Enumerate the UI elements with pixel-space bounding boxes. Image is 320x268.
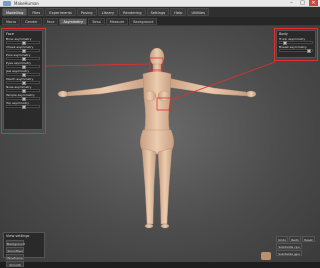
main-tab-posing[interactable]: Posing: [76, 8, 97, 16]
main-tab-modelling[interactable]: Modelling: [2, 8, 28, 16]
main-tab-files[interactable]: Files: [28, 8, 45, 16]
sub-tabbar: Macro Gender Face Asymmetry Torso Measure Back…: [0, 17, 320, 26]
sub-tab-background[interactable]: Background: [129, 17, 158, 25]
subdivide-gpu-button[interactable]: Subdivide gpu: [276, 250, 302, 256]
redo-button[interactable]: Redo: [289, 236, 301, 242]
main-tab-utilities[interactable]: Utilities: [187, 8, 209, 16]
background-button[interactable]: Background: [6, 240, 25, 246]
main-tab-help[interactable]: Help: [170, 8, 187, 16]
sub-tab-macro[interactable]: Macro: [2, 17, 21, 25]
undo-button[interactable]: Undo: [276, 236, 288, 242]
main-tab-settings[interactable]: Settings: [146, 8, 170, 16]
main-tab-experiments[interactable]: Experiments: [45, 8, 76, 16]
window-title: MakeHuman: [14, 1, 39, 6]
main-tab-rendering[interactable]: Rendering: [119, 8, 146, 16]
reset-button[interactable]: Reset: [302, 236, 315, 242]
app-icon: [3, 1, 11, 6]
makehuman-logo-icon: [261, 252, 271, 260]
minimize-icon[interactable]: –: [287, 0, 296, 6]
wireframe-button[interactable]: Wireframe: [6, 254, 24, 260]
view-settings-panel: View settings Background Smoothed Wirefr…: [3, 232, 45, 267]
sub-tab-gender[interactable]: Gender: [21, 17, 42, 25]
window-controls: – □ ✕: [287, 0, 318, 7]
subdivide-cpu-button[interactable]: Subdivide cpu: [276, 243, 302, 249]
left-panel-highlight: [1, 28, 46, 134]
face-connector-line: [45, 63, 151, 67]
3d-viewport[interactable]: Face Brow asymmetry Cheek asymmetry Ears a…: [0, 26, 320, 267]
sub-tab-measure[interactable]: Measure: [105, 17, 129, 25]
smoothed-button[interactable]: Smoothed: [6, 247, 24, 253]
app-window: MakeHuman – □ ✕ Modelling Files Experiment…: [0, 0, 320, 267]
sub-tab-face[interactable]: Face: [42, 17, 59, 25]
maximize-icon[interactable]: □: [298, 0, 307, 6]
sub-tab-asymmetry[interactable]: Asymmetry: [59, 17, 87, 25]
main-tabbar: Modelling Files Experiments Posing Library Re…: [0, 7, 320, 17]
main-tab-library[interactable]: Library: [97, 8, 119, 16]
title-bar: MakeHuman – □ ✕: [0, 0, 320, 7]
right-panel-highlight: [274, 28, 318, 61]
sub-tab-torso[interactable]: Torso: [87, 17, 105, 25]
human-model[interactable]: [0, 26, 320, 262]
close-icon[interactable]: ✕: [309, 0, 318, 6]
